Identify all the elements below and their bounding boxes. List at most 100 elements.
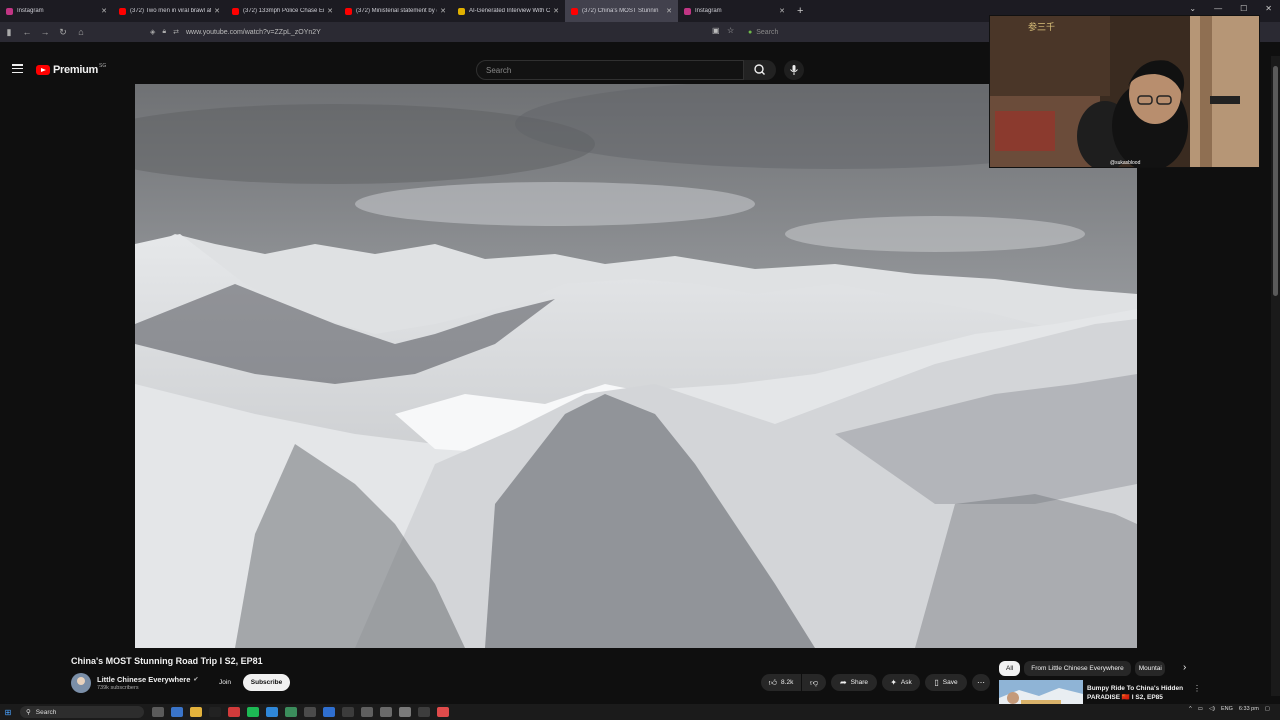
tab-label: (372) Ministerial statement by ( <box>356 8 438 14</box>
close-tab-icon[interactable]: ✕ <box>440 7 446 15</box>
youtube-icon <box>119 7 126 15</box>
close-tab-icon[interactable]: ✕ <box>214 7 220 15</box>
save-button[interactable]: ▯ Save <box>925 674 967 691</box>
more-horizontal-icon: ⋯ <box>977 678 985 687</box>
like-button[interactable]: 👍︎ 8.2k <box>761 674 801 691</box>
reload-icon[interactable]: ↻ <box>54 27 72 38</box>
channel-name-row: Little Chinese Everywhere ✔ <box>97 675 198 684</box>
thumbs-down-icon: 👎︎ <box>809 677 819 687</box>
folder-icon[interactable] <box>190 707 202 717</box>
chip-all[interactable]: All <box>999 660 1021 676</box>
close-tab-icon[interactable]: ✕ <box>327 7 333 15</box>
close-tab-icon[interactable]: ✕ <box>779 7 785 15</box>
url-text[interactable]: www.youtube.com/watch?v=ZZpL_zOYn2Y <box>186 29 321 36</box>
clock[interactable]: 6:33 pm <box>1239 706 1259 712</box>
sparkle-icon: ✦ <box>890 678 897 687</box>
permissions-icon[interactable]: ⇄ <box>173 28 179 36</box>
spotify-icon[interactable] <box>247 707 259 717</box>
subscriber-count: 739k subscribers <box>97 685 139 691</box>
tab-label: Instagram <box>17 8 44 14</box>
recommendation-thumbnail[interactable] <box>999 680 1083 706</box>
app-icon[interactable] <box>323 707 335 717</box>
tab-label: (372) China's MOST Stunnin <box>582 8 659 14</box>
channel-name[interactable]: Little Chinese Everywhere <box>97 675 190 684</box>
shield-icon[interactable]: ◈ <box>150 28 155 36</box>
page-scrollbar[interactable] <box>1271 56 1280 696</box>
tray-chevron-icon[interactable]: ^ <box>1189 706 1192 712</box>
chip-from-channel[interactable]: From Little Chinese Everywhere <box>1024 660 1131 676</box>
back-icon[interactable]: ← <box>18 27 36 37</box>
share-button[interactable]: ➦ Share <box>831 674 877 691</box>
browser-tab[interactable]: (372) 133mph Police Chase End ✕ <box>226 0 339 22</box>
notification-icon[interactable]: ▢ <box>1265 706 1270 712</box>
tab-label: (372) Two men in viral brawl at <box>130 8 212 14</box>
chevron-right-icon[interactable]: › <box>1183 662 1186 673</box>
dislike-button[interactable]: 👎︎ <box>802 674 826 691</box>
app-icon[interactable] <box>285 707 297 717</box>
app-icon[interactable] <box>418 707 430 717</box>
subscribe-button[interactable]: Subscribe <box>243 674 290 691</box>
like-count: 8.2k <box>781 679 794 686</box>
lock-icon[interactable]: 🔒︎ <box>162 28 166 36</box>
app-icon[interactable] <box>171 707 183 717</box>
app-icon[interactable] <box>209 707 221 717</box>
app-icon[interactable] <box>342 707 354 717</box>
app-icon[interactable] <box>228 707 240 717</box>
logo-country: SG <box>98 63 107 69</box>
browser-search-box[interactable]: ● Search <box>748 25 988 39</box>
channel-avatar[interactable] <box>71 673 91 693</box>
recommendation-item[interactable]: Bumpy Ride To China's Hidden PARADISE 🇨🇳… <box>999 680 1201 706</box>
browser-tab[interactable]: AI-Generated Interview With C ✕ <box>452 0 565 22</box>
bookmark-star-icon[interactable]: ☆ <box>727 26 734 35</box>
app-icon[interactable] <box>304 707 316 717</box>
close-tab-icon[interactable]: ✕ <box>553 7 559 15</box>
app-icon[interactable] <box>380 707 392 717</box>
sidebar-toggle-icon[interactable]: ▮ <box>0 27 18 38</box>
voice-search-button[interactable] <box>784 60 804 80</box>
browser-tab[interactable]: (372) Two men in viral brawl at ✕ <box>113 0 226 22</box>
more-actions-button[interactable]: ⋯ <box>972 674 990 691</box>
windows-start-icon[interactable]: ⊞ <box>0 708 16 717</box>
new-tab-icon[interactable]: + <box>797 5 803 17</box>
close-window-icon[interactable]: ✕ <box>1265 4 1272 13</box>
app-icon[interactable] <box>399 707 411 717</box>
taskbar-search[interactable]: ⚲ Search <box>20 706 144 718</box>
browser-tab-active[interactable]: (372) China's MOST Stunnin ✕ <box>565 0 678 22</box>
recommendation-title[interactable]: Bumpy Ride To China's Hidden PARADISE 🇨🇳… <box>1087 684 1187 702</box>
scrollbar-thumb[interactable] <box>1273 66 1278 296</box>
search-input[interactable]: Search <box>476 60 744 80</box>
video-player[interactable] <box>135 84 1137 648</box>
browser-tab[interactable]: Instagram ✕ <box>678 0 791 22</box>
related-filter-chips: All From Little Chinese Everywhere Mount… <box>999 660 1165 676</box>
app-icon[interactable] <box>361 707 373 717</box>
home-icon[interactable]: ⌂ <box>72 27 90 37</box>
thumbs-up-icon: 👍︎ <box>768 677 778 687</box>
reader-view-icon[interactable]: ▣ <box>712 26 720 35</box>
forward-icon[interactable]: → <box>36 27 54 37</box>
youtube-logo[interactable]: Premium SG <box>36 63 107 76</box>
close-tab-icon[interactable]: ✕ <box>666 7 672 15</box>
chip-mountains[interactable]: Mountai <box>1134 660 1165 676</box>
minimize-icon[interactable]: — <box>1214 4 1222 13</box>
share-label: Share <box>850 679 869 686</box>
maximize-icon[interactable]: ☐ <box>1240 4 1247 13</box>
ask-button[interactable]: ✦ Ask <box>882 674 920 691</box>
thumbnail-image <box>999 680 1083 706</box>
network-icon[interactable]: ▭ <box>1198 706 1203 712</box>
menu-icon[interactable] <box>12 64 23 73</box>
browser-tab[interactable]: (372) Ministerial statement by (✕ <box>339 0 452 22</box>
chevron-down-icon[interactable]: ⌄ <box>1189 4 1196 13</box>
search-button[interactable] <box>744 60 776 80</box>
taskbar-apps <box>152 707 449 717</box>
browser-tab[interactable]: Instagram ✕ <box>0 0 113 22</box>
url-bar[interactable]: ◈ 🔒︎ ⇄ www.youtube.com/watch?v=ZZpL_zOYn… <box>150 25 740 39</box>
volume-icon[interactable]: ◁) <box>1209 706 1215 712</box>
close-tab-icon[interactable]: ✕ <box>101 7 107 15</box>
more-vertical-icon[interactable]: ⋮ <box>1193 684 1201 693</box>
join-button[interactable]: Join <box>211 675 239 690</box>
app-icon[interactable] <box>266 707 278 717</box>
task-view-icon[interactable] <box>152 707 164 717</box>
language-indicator[interactable]: ENG <box>1221 706 1233 712</box>
save-label: Save <box>942 679 958 686</box>
app-icon[interactable] <box>437 707 449 717</box>
